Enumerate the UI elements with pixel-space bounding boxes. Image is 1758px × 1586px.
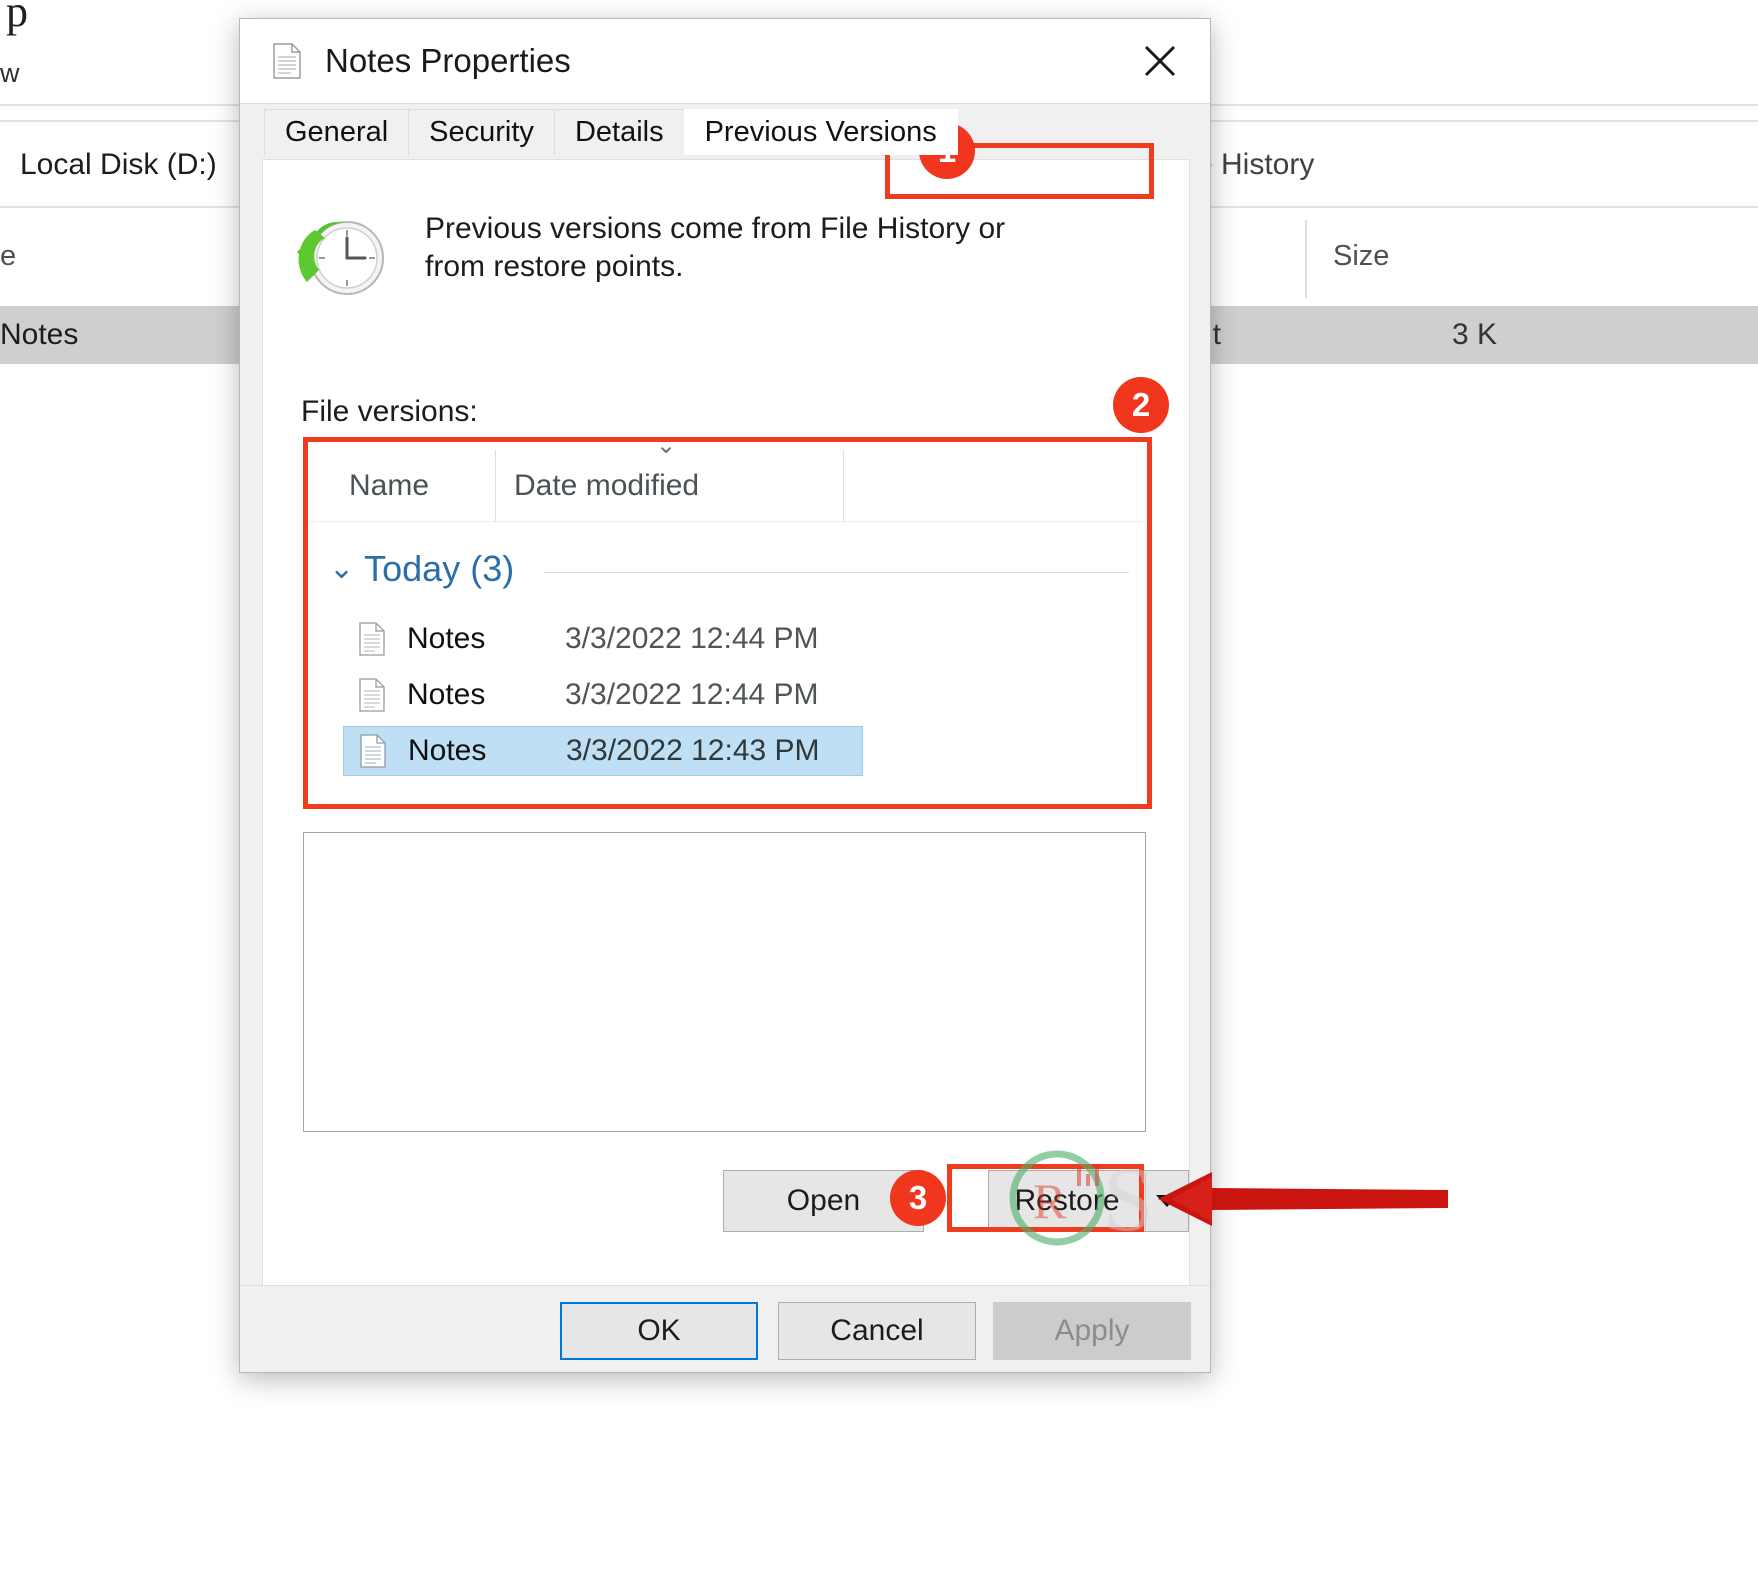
group-header-rule (544, 572, 1129, 573)
apply-button: Apply (993, 1302, 1191, 1360)
tab-security[interactable]: Security (408, 109, 555, 155)
tab-previous-versions[interactable]: Previous Versions (684, 109, 958, 155)
notes-properties-dialog: Notes Properties General Security Detail… (239, 18, 1211, 1373)
document-icon (360, 734, 386, 768)
previous-versions-panel: Previous versions come from File History… (262, 159, 1190, 1286)
explorer-file-row-name: Notes (0, 318, 78, 352)
restore-clock-icon (285, 210, 393, 310)
column-header-size[interactable]: Size (1333, 240, 1389, 273)
column-header-date-modified[interactable]: ⌄ Date modified (495, 450, 843, 522)
chevron-down-icon[interactable]: ⌄ (329, 554, 354, 584)
file-versions-label: File versions: (301, 395, 478, 429)
column-header-spacer (843, 450, 904, 522)
version-list-item-selected[interactable]: Notes 3/3/2022 12:43 PM (343, 726, 863, 776)
dialog-tabstrip: General Security Details Previous Versio… (240, 103, 1210, 155)
column-header-date-modified-label: Date modified (514, 469, 699, 503)
restore-button[interactable]: Restore (988, 1170, 1145, 1232)
tab-general[interactable]: General (264, 109, 409, 155)
version-item-name: Notes (407, 678, 565, 712)
sort-caret-icon: ⌄ (656, 434, 676, 458)
version-item-name: Notes (408, 734, 566, 768)
close-icon[interactable] (1132, 35, 1188, 87)
page-title: Notes Properties (325, 42, 571, 80)
file-versions-list[interactable]: Name ⌄ Date modified ⌄ Today (3) (303, 450, 1146, 820)
version-action-buttons: Open Restore (723, 1170, 1189, 1232)
document-icon (359, 622, 385, 656)
group-header-today[interactable]: ⌄ Today (3) (329, 542, 1129, 596)
version-item-name: Notes (407, 622, 565, 656)
restore-split-button: Restore (988, 1170, 1189, 1232)
explorer-file-row-size: 3 K (1452, 318, 1497, 352)
tab-details[interactable]: Details (554, 109, 685, 155)
document-icon (359, 678, 385, 712)
version-item-date: 3/3/2022 12:44 PM (565, 678, 819, 712)
page-corner-mark: p (6, 0, 28, 37)
ribbon-tab-view[interactable]: w (0, 58, 20, 89)
version-item-date: 3/3/2022 12:43 PM (566, 734, 820, 768)
versions-list-header: Name ⌄ Date modified (303, 450, 1146, 522)
breadcrumb-file-history[interactable]: e History (1196, 148, 1314, 182)
column-header-name[interactable]: Name (303, 450, 495, 522)
version-list-item[interactable]: Notes 3/3/2022 12:44 PM (343, 670, 863, 720)
document-icon (273, 43, 301, 79)
ok-button[interactable]: OK (560, 1302, 758, 1360)
version-item-date: 3/3/2022 12:44 PM (565, 622, 819, 656)
breadcrumb-local-disk[interactable]: Local Disk (D:) (20, 148, 217, 182)
column-divider (1305, 220, 1307, 298)
info-block: Previous versions come from File History… (285, 210, 1055, 310)
open-button[interactable]: Open (723, 1170, 924, 1232)
preview-pane (303, 832, 1146, 1132)
dialog-titlebar: Notes Properties (240, 19, 1210, 103)
chevron-down-icon[interactable] (1145, 1170, 1189, 1232)
group-header-label: Today (3) (364, 548, 514, 590)
cancel-button[interactable]: Cancel (778, 1302, 976, 1360)
version-list-item[interactable]: Notes 3/3/2022 12:44 PM (343, 614, 863, 664)
dialog-footer: OK Cancel Apply (241, 1285, 1210, 1371)
info-text: Previous versions come from File History… (425, 210, 1055, 287)
column-header-name[interactable]: e (0, 240, 16, 273)
